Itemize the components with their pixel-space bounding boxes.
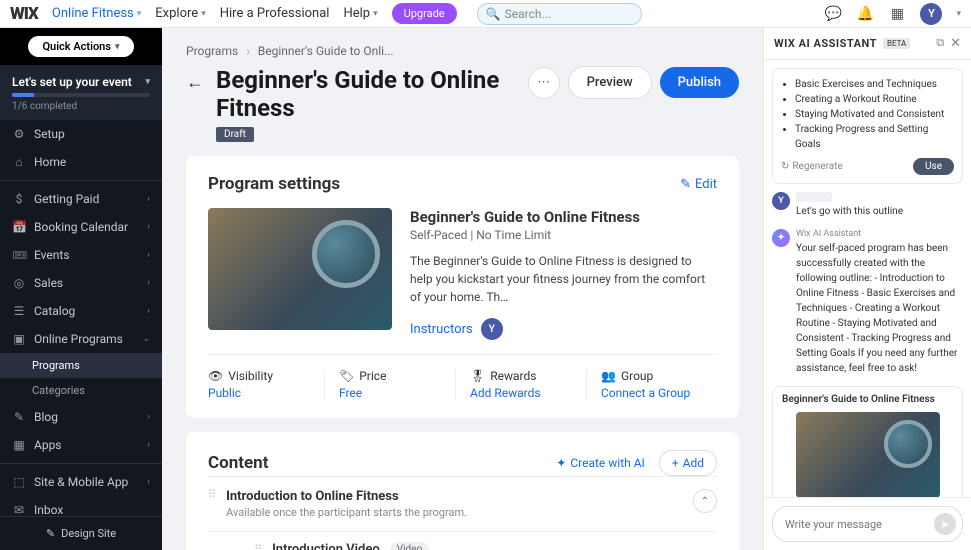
popout-icon[interactable]: ⧉ (936, 36, 944, 51)
video-tag: Video (390, 542, 429, 550)
search-input[interactable]: 🔍 Search... (477, 3, 642, 25)
edit-settings-link[interactable]: ✎ Edit (680, 177, 717, 192)
send-button[interactable]: ➤ (934, 513, 956, 535)
explore-link[interactable]: Explore▾ (155, 6, 205, 21)
ai-card-title: Beginner's Guide to Online Fitness (773, 387, 962, 412)
stat-group-label: 👥 Group (601, 369, 703, 383)
more-button[interactable]: ⋯ (528, 67, 560, 99)
crumb-programs[interactable]: Programs (186, 44, 238, 58)
user-avatar-small: Y (772, 192, 790, 210)
ai-card-thumbnail (796, 412, 940, 497)
nav-apps[interactable]: ▦Apps› (0, 431, 162, 459)
stat-visibility-label: 👁 Visibility (208, 369, 310, 383)
nav-online-programs[interactable]: ▣Online Programs⌄ (0, 325, 162, 353)
nav-categories[interactable]: Categories (0, 378, 162, 403)
section-title: Introduction to Online Fitness (226, 489, 683, 504)
stat-price-label: 🏷 Price (339, 369, 441, 383)
design-site-button[interactable]: ✎Design Site (0, 516, 162, 550)
stat-rewards-label: 🎖 Rewards (470, 369, 572, 383)
crumb-current: Beginner's Guide to Onli... (258, 44, 394, 58)
stat-price-value[interactable]: Free (339, 386, 441, 400)
beta-badge: BETA (883, 38, 910, 49)
section-sub: Available once the participant starts th… (226, 506, 683, 519)
setup-progress (12, 93, 150, 97)
chat-icon[interactable]: 💬 (824, 5, 842, 23)
user-avatar[interactable]: Y (920, 3, 942, 25)
nav-setup[interactable]: ⚙Setup (0, 120, 162, 148)
setup-count: 1/6 completed (12, 101, 150, 112)
ai-panel-title: WIX AI ASSISTANT (774, 37, 877, 50)
nav-inbox[interactable]: ✉Inbox (0, 496, 162, 516)
close-icon[interactable]: ✕ (950, 36, 961, 51)
bot-name: Wix AI Assistant (796, 229, 963, 239)
instructor-avatar: Y (481, 318, 503, 340)
stat-group-value[interactable]: Connect a Group (601, 386, 703, 400)
back-arrow[interactable]: ← (186, 72, 204, 93)
publish-button[interactable]: Publish (660, 67, 739, 98)
program-desc: The Beginner's Guide to Online Fitness i… (410, 252, 717, 306)
upgrade-button[interactable]: Upgrade (392, 3, 457, 24)
nav-site-mobile[interactable]: ⬚Site & Mobile App› (0, 468, 162, 496)
nav-getting-paid[interactable]: $Getting Paid› (0, 185, 162, 213)
site-name-link[interactable]: Online Fitness▾ (52, 6, 141, 21)
create-with-ai-link[interactable]: ✦ Create with AI (556, 456, 645, 470)
nav-sales[interactable]: ◎Sales› (0, 269, 162, 297)
nav-home[interactable]: ⌂Home (0, 148, 162, 176)
regenerate-button[interactable]: ↻ Regenerate (781, 161, 843, 172)
redacted-name: xxxxxxxx (796, 192, 832, 202)
user-message: Let's go with this outline (796, 204, 903, 219)
news-icon[interactable]: ▦ (888, 5, 906, 23)
drag-handle-icon[interactable]: ⠿ (254, 544, 262, 550)
instructors-link[interactable]: Instructors Y (410, 318, 717, 340)
nav-events[interactable]: 🎟Events› (0, 241, 162, 269)
use-button[interactable]: Use (913, 158, 954, 175)
program-meta: Self-Paced | No Time Limit (410, 228, 717, 242)
nav-booking[interactable]: 📅Booking Calendar› (0, 213, 162, 241)
nav-programs[interactable]: Programs (0, 353, 162, 378)
settings-heading: Program settings (208, 174, 340, 194)
hire-link[interactable]: Hire a Professional (220, 6, 330, 21)
stat-visibility-value[interactable]: Public (208, 386, 310, 400)
bell-icon[interactable]: 🔔 (856, 5, 874, 23)
setup-title[interactable]: Let's set up your event▾ (12, 75, 150, 89)
ai-outline-list: Basic Exercises and Techniques Creating … (781, 77, 954, 152)
ai-message-input[interactable] (785, 518, 934, 531)
step-title[interactable]: Introduction Video (272, 542, 380, 550)
drag-handle-icon[interactable]: ⠿ (208, 489, 216, 500)
bot-message: Your self-paced program has been success… (796, 241, 963, 376)
program-thumbnail (208, 208, 392, 330)
stat-rewards-value[interactable]: Add Rewards (470, 386, 572, 400)
content-heading: Content (208, 453, 268, 473)
add-content-button[interactable]: + Add (659, 450, 717, 476)
quick-actions-button[interactable]: Quick Actions▾ (28, 36, 133, 57)
program-name: Beginner's Guide to Online Fitness (410, 208, 717, 226)
page-title: Beginner's Guide to Online Fitness (216, 66, 516, 122)
avatar-chevron[interactable]: ▾ (956, 9, 961, 19)
collapse-button[interactable]: ⌃ (693, 489, 717, 513)
wix-logo[interactable]: WIX (10, 4, 38, 24)
draft-badge: Draft (216, 127, 254, 142)
help-link[interactable]: Help▾ (343, 6, 377, 21)
bot-avatar: ✦ (772, 229, 790, 247)
nav-blog[interactable]: ✎Blog› (0, 403, 162, 431)
preview-button[interactable]: Preview (568, 66, 652, 99)
nav-catalog[interactable]: ☰Catalog› (0, 297, 162, 325)
breadcrumb: Programs › Beginner's Guide to Onli... (186, 44, 739, 58)
